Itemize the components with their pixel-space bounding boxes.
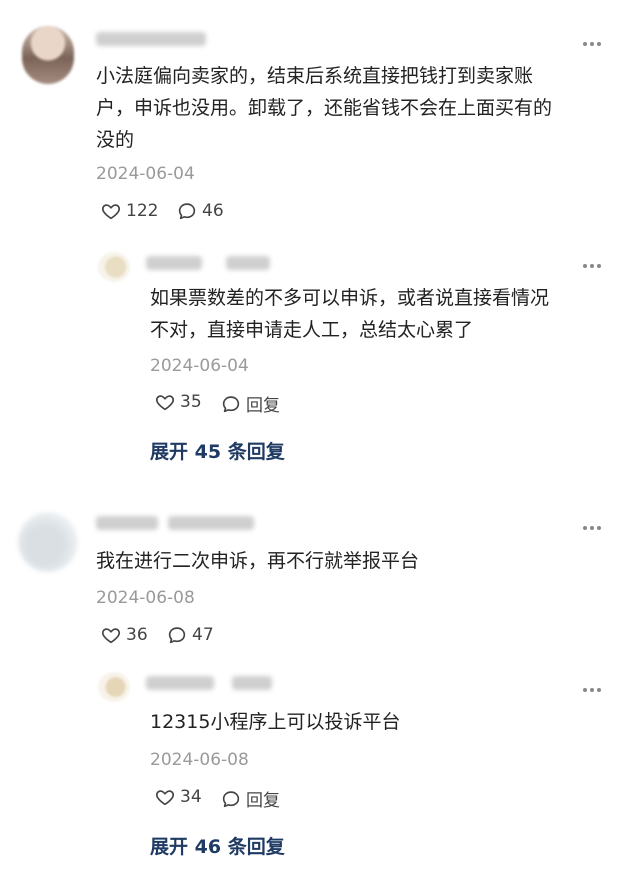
reply-button[interactable]: 回复	[220, 786, 280, 811]
heart-icon	[101, 628, 121, 644]
heart-icon	[155, 395, 175, 411]
expand-count: 46	[194, 836, 222, 858]
username-blurred	[168, 516, 254, 530]
more-dots-icon[interactable]	[582, 34, 602, 54]
expand-replies-link[interactable]: 展开 46 条回复	[150, 832, 285, 859]
more-dots-icon[interactable]	[582, 256, 602, 276]
avatar[interactable]	[98, 672, 130, 702]
reply-text: 12315小程序上可以投诉平台	[150, 711, 401, 733]
like-count: 34	[180, 787, 202, 807]
like-button[interactable]: 35	[154, 391, 202, 413]
comment-date: 2024-06-04	[96, 164, 195, 184]
comment-text-line: 没的	[96, 129, 135, 151]
comment-icon	[168, 627, 186, 644]
username-blurred[interactable]	[146, 256, 202, 270]
heart-icon	[155, 790, 175, 806]
username-blurred[interactable]	[96, 516, 158, 530]
reply-label: 回复	[246, 791, 280, 811]
avatar[interactable]	[98, 252, 130, 282]
comment-icon	[222, 790, 240, 807]
comment-text: 小法庭偏向卖家的，结束后系统直接把钱打到卖家账 户，申诉也没用。卸载了，还能省钱…	[96, 60, 616, 156]
comment-date: 2024-06-08	[96, 588, 195, 608]
comment-button[interactable]: 47	[166, 624, 214, 646]
comment-text: 我在进行二次申诉，再不行就举报平台	[96, 550, 420, 572]
heart-icon	[101, 204, 121, 220]
more-dots-icon[interactable]	[582, 518, 602, 538]
more-dots-icon[interactable]	[582, 680, 602, 700]
like-button[interactable]: 36	[100, 624, 148, 646]
reply-button[interactable]: 回复	[220, 391, 280, 416]
like-count: 36	[126, 625, 148, 645]
expand-suffix: 条回复	[227, 836, 285, 858]
like-count: 122	[126, 201, 159, 221]
like-button[interactable]: 122	[100, 200, 158, 222]
comment-text-line: 小法庭偏向卖家的，结束后系统直接把钱打到卖家账	[96, 65, 534, 87]
expand-suffix: 条回复	[227, 441, 285, 463]
username-blurred	[232, 676, 272, 690]
comment-icon	[222, 395, 240, 412]
like-button[interactable]: 34	[154, 786, 202, 808]
reply-date: 2024-06-04	[150, 356, 249, 376]
avatar[interactable]	[18, 512, 78, 572]
avatar[interactable]	[22, 26, 74, 84]
expand-prefix: 展开	[150, 441, 189, 463]
reply-text: 如果票数差的不多可以申诉，或者说直接看情况 不对，直接申请走人工，总结太心累了	[150, 282, 610, 346]
username-blurred[interactable]	[96, 32, 206, 46]
reply-count: 47	[192, 625, 214, 645]
expand-prefix: 展开	[150, 836, 189, 858]
reply-date: 2024-06-08	[150, 750, 249, 770]
expand-count: 45	[194, 441, 222, 463]
comment-icon	[178, 203, 196, 220]
comment-button[interactable]: 46	[176, 200, 224, 222]
like-count: 35	[180, 392, 202, 412]
expand-replies-link[interactable]: 展开 45 条回复	[150, 437, 285, 464]
reply-text-line: 不对，直接申请走人工，总结太心累了	[150, 319, 474, 341]
reply-text-line: 如果票数差的不多可以申诉，或者说直接看情况	[150, 287, 550, 309]
username-blurred	[226, 256, 270, 270]
reply-label: 回复	[246, 396, 280, 416]
comment-text-line: 户，申诉也没用。卸载了，还能省钱不会在上面买有的	[96, 97, 553, 119]
reply-count: 46	[202, 201, 224, 221]
username-blurred[interactable]	[146, 676, 214, 690]
